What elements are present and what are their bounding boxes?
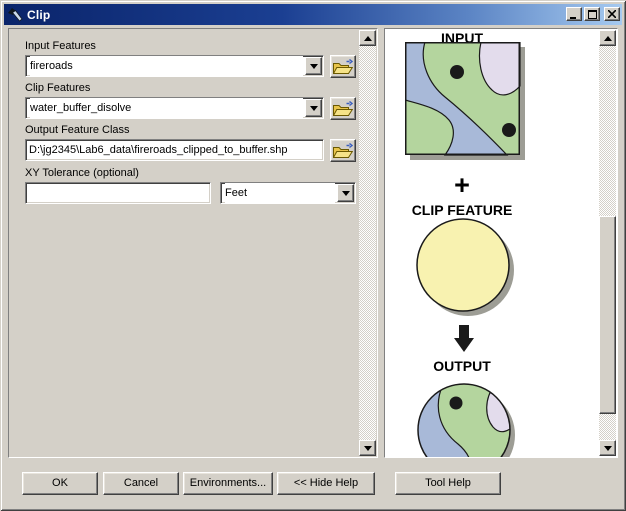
xy-tolerance-input[interactable] — [25, 182, 211, 204]
tool-help-button[interactable]: Tool Help — [395, 472, 501, 495]
environments-button[interactable]: Environments... — [183, 472, 273, 495]
output-heading: OUTPUT — [387, 358, 537, 374]
input-features-combo[interactable]: fireroads — [25, 55, 324, 77]
form-scrollbar[interactable] — [359, 30, 376, 456]
hammer-tool-icon — [7, 7, 23, 23]
scroll-up-icon — [364, 32, 372, 41]
plus-operator: + — [387, 172, 537, 198]
help-panel: INPUT + CLIP FEATURE — [384, 28, 618, 458]
output-feature-class-label: Output Feature Class — [25, 124, 130, 137]
xy-tolerance-unit-value: Feet — [225, 183, 335, 203]
browse-folder-icon — [333, 59, 353, 75]
clip-features-label: Clip Features — [25, 82, 90, 95]
form-scroll-up-button[interactable] — [359, 30, 376, 46]
input-features-browse-button[interactable] — [330, 55, 356, 78]
scroll-down-icon — [364, 446, 372, 455]
clip-features-value: water_buffer_disolve — [30, 98, 303, 118]
clip-feature-heading: CLIP FEATURE — [387, 202, 537, 218]
form-scroll-down-button[interactable] — [359, 440, 376, 456]
xy-tolerance-unit-combo[interactable]: Feet — [220, 182, 356, 204]
clip-tool-dialog: Clip Input Features fireroads — [0, 0, 626, 511]
clip-features-combo[interactable]: water_buffer_disolve — [25, 97, 324, 119]
help-scrollbar[interactable] — [599, 30, 616, 456]
clip-circle-illustration — [415, 217, 517, 319]
title-bar[interactable]: Clip — [4, 4, 622, 25]
input-features-label: Input Features — [25, 40, 96, 53]
hide-help-button[interactable]: << Hide Help — [277, 472, 375, 495]
chevron-down-icon — [310, 64, 318, 73]
help-scroll-up-button[interactable] — [599, 30, 616, 46]
input-features-value: fireroads — [30, 56, 303, 76]
input-map-illustration — [405, 42, 526, 161]
ok-button[interactable]: OK — [22, 472, 98, 495]
maximize-icon — [588, 10, 597, 19]
chevron-down-icon — [310, 106, 318, 115]
close-button[interactable] — [604, 7, 620, 21]
xy-tolerance-label: XY Tolerance (optional) — [25, 167, 139, 180]
input-features-dropdown-button[interactable] — [305, 57, 322, 75]
cancel-button[interactable]: Cancel — [103, 472, 179, 495]
help-scrollbar-thumb[interactable] — [599, 216, 616, 414]
down-arrow-icon — [454, 325, 474, 353]
chevron-down-icon — [342, 191, 350, 200]
form-panel: Input Features fireroads Clip Features w… — [8, 28, 378, 458]
clip-features-browse-button[interactable] — [330, 97, 356, 120]
clip-features-dropdown-button[interactable] — [305, 99, 322, 117]
xy-tolerance-unit-dropdown-button[interactable] — [337, 184, 354, 202]
window-title: Clip — [27, 8, 50, 22]
maximize-button[interactable] — [584, 7, 600, 21]
minimize-icon — [570, 10, 578, 19]
close-icon — [608, 10, 616, 18]
output-feature-class-input[interactable] — [25, 139, 324, 161]
scroll-up-icon — [604, 32, 612, 41]
minimize-button[interactable] — [566, 7, 582, 21]
help-scroll-down-button[interactable] — [599, 440, 616, 456]
browse-folder-icon — [333, 101, 353, 117]
scroll-down-icon — [604, 446, 612, 455]
output-browse-button[interactable] — [330, 139, 356, 162]
output-illustration — [414, 382, 520, 458]
browse-folder-icon — [333, 143, 353, 159]
